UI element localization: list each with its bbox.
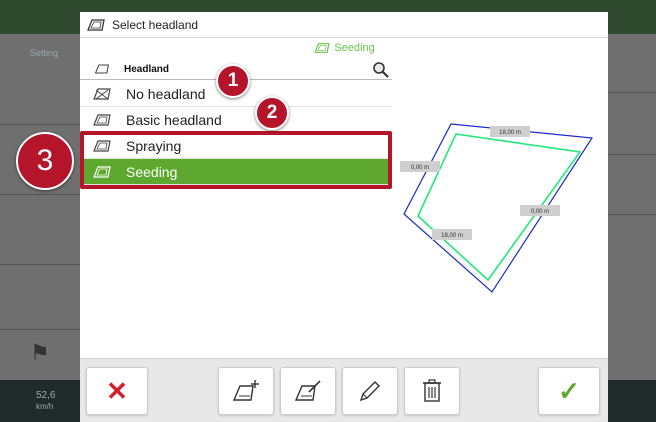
headland-icon: [87, 18, 105, 31]
add-headland-icon: [232, 380, 259, 401]
step-marker-3: 3: [16, 132, 74, 190]
flag-icon: ⚑: [30, 340, 50, 365]
headland-icon: [94, 64, 110, 74]
dimension-label-left: 0,00 m: [411, 165, 429, 171]
left-panel-divider: [0, 264, 80, 265]
select-headland-dialog: Select headland Seeding Headland No head…: [80, 12, 608, 422]
app-right-panel: [608, 34, 656, 389]
app-left-panel: Setting ⚑: [0, 34, 80, 389]
speed-unit: km/h: [36, 402, 54, 411]
speed-value: 52,6: [36, 390, 56, 401]
dimension-label-right: 0,00 m: [531, 209, 549, 215]
dialog-toolbar: ✕ ✓: [80, 358, 608, 422]
dialog-subtitle: Seeding: [80, 38, 608, 58]
edit-headland-icon: [294, 380, 321, 401]
left-panel-divider: [0, 194, 80, 195]
left-panel-divider: [0, 124, 80, 125]
check-icon: ✓: [558, 375, 580, 406]
subtitle-text: Seeding: [334, 42, 375, 54]
step-marker-1: 1: [216, 64, 250, 98]
seeding-headland-icon: [314, 43, 330, 53]
list-header-label: Headland: [124, 64, 170, 75]
list-item-basic-headland[interactable]: Basic headland: [80, 107, 392, 133]
right-panel-divider: [608, 92, 656, 93]
highlight-box: [80, 131, 392, 189]
dialog-title-bar: Select headland: [80, 12, 608, 38]
dimension-label-bottom: 18,00 m: [441, 233, 463, 239]
dialog-title: Select headland: [112, 17, 199, 32]
add-headland-button[interactable]: [218, 367, 274, 415]
delete-button[interactable]: [404, 367, 460, 415]
headland-map-preview: 18,00 m 0,00 m 0,00 m 18,00 m: [400, 123, 594, 293]
close-icon: ✕: [106, 375, 128, 406]
right-panel-divider: [608, 154, 656, 155]
right-panel-divider: [608, 214, 656, 215]
settings-label: Setting: [30, 48, 59, 58]
step-marker-2: 2: [255, 96, 289, 130]
left-panel-divider: [0, 329, 80, 330]
list-item-label: Basic headland: [126, 112, 222, 128]
headland-icon: [93, 114, 111, 126]
trash-icon: [423, 379, 441, 402]
list-item-label: No headland: [126, 86, 206, 102]
edit-headland-button[interactable]: [280, 367, 336, 415]
cancel-button[interactable]: ✕: [86, 367, 148, 415]
search-icon[interactable]: [372, 61, 390, 79]
dimension-label-top: 18,00 m: [499, 130, 521, 136]
confirm-button[interactable]: ✓: [538, 367, 600, 415]
no-headland-icon: [93, 88, 111, 100]
edit-button[interactable]: [342, 367, 398, 415]
pencil-icon: [359, 381, 380, 402]
